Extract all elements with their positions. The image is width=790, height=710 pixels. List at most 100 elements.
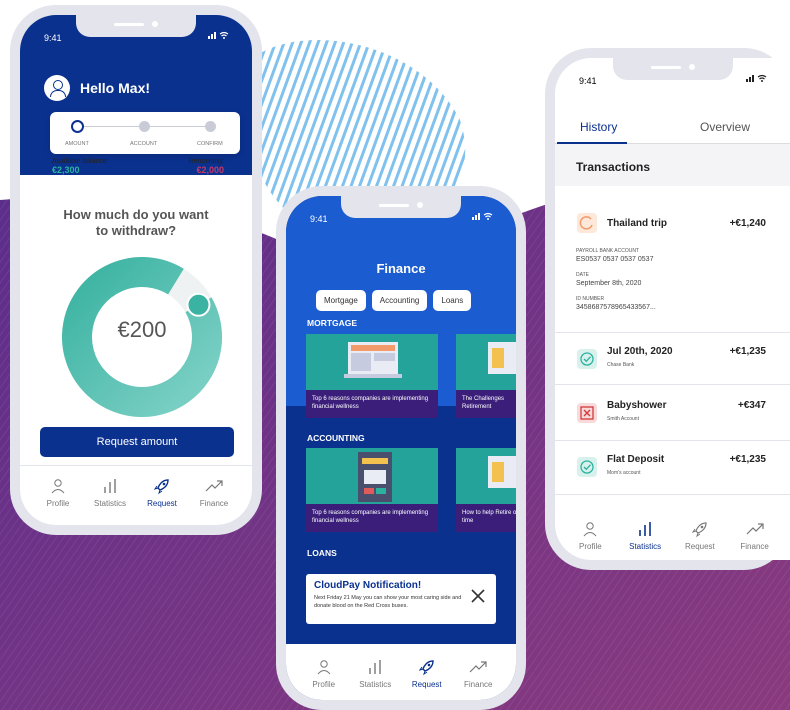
tab-finance[interactable]: Finance [192, 477, 236, 508]
remaining-label: Remaining: [188, 158, 224, 165]
section-title-mortgage: MORTGAGE [307, 318, 358, 328]
statistics-icon [369, 660, 381, 674]
step-confirm-dot[interactable] [205, 121, 216, 132]
remaining-value: €2,000 [196, 165, 224, 175]
statistics-icon [104, 479, 116, 493]
balance-row: Available balance: €2,300 Remaining: €2,… [52, 158, 224, 175]
step-label: CONFIRM [197, 141, 223, 147]
notification-card[interactable]: CloudPay Notification! Next Friday 21 Ma… [306, 574, 496, 624]
stage: 9:41 Hello Max! AMOUNT ACCOUNT CONFIRM A… [0, 0, 790, 710]
chip-mortgage[interactable]: Mortgage [316, 290, 366, 311]
check-icon [577, 349, 597, 369]
laptop-illustration [344, 342, 402, 378]
notch [76, 15, 196, 37]
transaction-amount: +€1,235 [729, 346, 766, 357]
category-chips: Mortgage Accounting Loans [316, 290, 472, 311]
step-amount-dot[interactable] [71, 120, 84, 133]
profile-icon [583, 522, 597, 537]
request-amount-button[interactable]: Request amount [40, 427, 234, 457]
transaction-item[interactable]: Jul 20th, 2020 Chase Bank +€1,235 [555, 333, 790, 385]
section-title-loans: LOANS [307, 548, 337, 558]
tab-overview[interactable]: Overview [700, 120, 750, 134]
phone-history: 9:41 History Overview Transactions Thail… [545, 48, 790, 570]
avatar[interactable] [44, 75, 70, 101]
history-screen: 9:41 History Overview Transactions Thail… [555, 58, 790, 560]
status-time: 9:41 [44, 33, 62, 43]
dial-handle [186, 292, 211, 317]
signal-wifi-icon [472, 212, 494, 222]
rocket-icon [418, 660, 434, 676]
trend-icon [746, 523, 764, 535]
phone-withdraw: 9:41 Hello Max! AMOUNT ACCOUNT CONFIRM A… [10, 5, 262, 535]
article-caption: Top 6 reasons companies are implementing… [306, 390, 438, 418]
page-title: Finance [376, 261, 426, 276]
article-card[interactable]: Top 6 reasons companies are implementing… [306, 334, 438, 418]
transaction-item[interactable]: Flat Deposit Mom's account +€1,235 [555, 441, 790, 495]
transaction-item[interactable]: Babyshower Smith Account +€347 [555, 385, 790, 441]
tab-request[interactable]: Request [678, 520, 722, 551]
tab-bar: Profile Statistics Request Finance [286, 658, 516, 689]
chip-accounting[interactable]: Accounting [371, 290, 428, 311]
transaction-amount: +€1,235 [729, 454, 766, 465]
detail-label: ID NUMBER [576, 296, 605, 302]
tab-profile[interactable]: Profile [36, 477, 80, 508]
article-card[interactable]: Top 6 reasons companies are implementing… [306, 448, 438, 532]
check-icon [577, 457, 597, 477]
progress-stepper: AMOUNT ACCOUNT CONFIRM [50, 112, 240, 154]
statistics-icon [639, 522, 651, 536]
greeting: Hello Max! [80, 80, 151, 96]
article-caption: The Challenges Retirement [456, 390, 516, 418]
section-title-accounting: ACCOUNTING [307, 433, 365, 443]
article-card[interactable]: The Challenges Retirement [456, 334, 516, 418]
trend-icon [205, 480, 223, 492]
notification-body: Next Friday 21 May you can show your mos… [314, 595, 462, 609]
building-illustration [358, 452, 392, 502]
tab-statistics[interactable]: Statistics [88, 477, 132, 508]
notch [612, 58, 733, 80]
withdraw-screen: 9:41 Hello Max! AMOUNT ACCOUNT CONFIRM A… [20, 15, 252, 525]
status-time: 9:41 [579, 76, 597, 86]
laptop-illustration [488, 456, 516, 488]
trend-icon [469, 661, 487, 673]
transaction-amount: +€347 [737, 400, 766, 411]
article-card[interactable]: How to help Retire on time [456, 448, 516, 532]
tab-profile[interactable]: Profile [568, 520, 612, 551]
tab-bar: Profile Statistics Request Finance [555, 520, 790, 551]
tab-request[interactable]: Request [140, 477, 184, 508]
greeting-row: Hello Max! [44, 75, 150, 101]
profile-icon [317, 660, 331, 675]
transaction-name: Jul 20th, 2020 [607, 346, 673, 357]
tab-finance[interactable]: Finance [733, 520, 777, 551]
article-caption: Top 6 reasons companies are implementing… [306, 504, 438, 532]
transaction-item[interactable]: Thailand trip +€1,240 PAYROLL BANK ACCOU… [555, 193, 790, 333]
notch [341, 196, 461, 218]
transaction-amount: +€1,240 [729, 218, 766, 229]
step-label: AMOUNT [65, 141, 89, 147]
transaction-account: Smith Account [607, 416, 639, 422]
chip-loans[interactable]: Loans [433, 290, 472, 311]
transaction-account: Mom's account [607, 470, 641, 476]
detail-value: ES0537 0537 0537 0537 [576, 256, 654, 263]
rocket-icon [153, 479, 169, 495]
tab-history[interactable]: History [580, 120, 617, 134]
step-account-dot[interactable] [139, 121, 150, 132]
detail-label: DATE [576, 272, 589, 278]
tab-finance[interactable]: Finance [456, 658, 500, 689]
failed-icon [577, 403, 597, 423]
tab-statistics[interactable]: Statistics [353, 658, 397, 689]
transaction-name: Thailand trip [607, 218, 667, 229]
available-value: €2,300 [52, 165, 80, 175]
close-icon[interactable] [470, 588, 486, 604]
tab-profile[interactable]: Profile [302, 658, 346, 689]
section-title: Transactions [576, 160, 651, 174]
notification-title: CloudPay Notification! [314, 580, 422, 591]
tab-request[interactable]: Request [405, 658, 449, 689]
signal-wifi-icon [746, 74, 768, 84]
detail-value: September 8th, 2020 [576, 280, 642, 287]
article-caption: How to help Retire on time [456, 504, 516, 532]
withdraw-question: How much do you want to withdraw? [63, 207, 209, 238]
detail-value: 3458687578965433567... [576, 304, 656, 311]
transaction-name: Babyshower [607, 400, 667, 411]
tab-statistics[interactable]: Statistics [623, 520, 667, 551]
status-time: 9:41 [310, 214, 328, 224]
